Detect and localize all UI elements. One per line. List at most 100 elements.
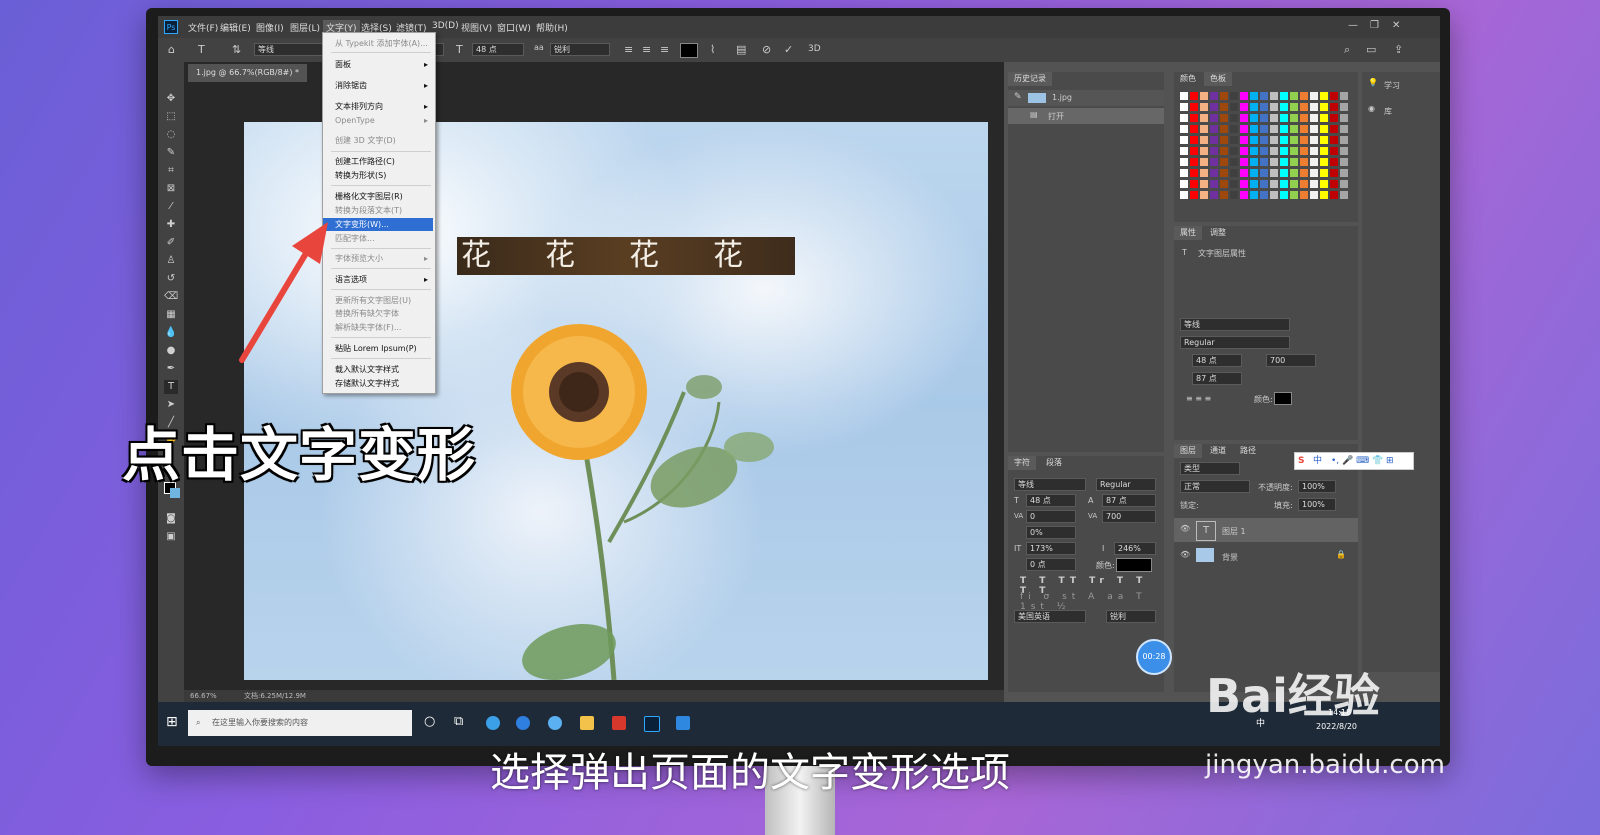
color-swatch[interactable] [1290, 114, 1298, 122]
swatch-grid[interactable] [1180, 92, 1350, 212]
char-hscale-input[interactable]: 173% [1026, 542, 1076, 555]
crop-tool-icon[interactable]: ⌗ [164, 164, 178, 178]
color-swatch[interactable] [1310, 92, 1318, 100]
layer-name[interactable]: 图层 1 [1222, 526, 1246, 537]
lasso-tool-icon[interactable]: ◌ [164, 128, 178, 142]
color-swatch[interactable] [1220, 136, 1228, 144]
color-swatch[interactable] [1300, 180, 1308, 188]
color-swatch[interactable] [1230, 180, 1238, 188]
tab-character[interactable]: 字符 [1008, 456, 1036, 470]
color-swatch[interactable] [1240, 169, 1248, 177]
color-swatch[interactable] [1220, 147, 1228, 155]
tab-color[interactable]: 颜色 [1174, 72, 1202, 86]
color-swatch[interactable] [1330, 103, 1338, 111]
menu-item-create-3d-text[interactable]: 创建 3D 文字(D) [323, 134, 433, 147]
prop-tracking-input[interactable]: 700 [1266, 354, 1316, 367]
color-swatch[interactable] [1270, 125, 1278, 133]
color-swatch[interactable] [1210, 147, 1218, 155]
color-swatch[interactable] [1310, 169, 1318, 177]
color-swatch[interactable] [1310, 191, 1318, 199]
color-swatch[interactable] [1320, 103, 1328, 111]
tab-history[interactable]: 历史记录 [1008, 72, 1052, 86]
color-swatch[interactable] [1310, 180, 1318, 188]
menu-file[interactable]: 文件(F) [188, 21, 218, 34]
color-swatch[interactable] [1330, 125, 1338, 133]
3d-button[interactable]: 3D [808, 44, 821, 54]
type-layer-text[interactable]: 花花花花 [457, 237, 795, 275]
ime-tools-icons[interactable]: •, 🎤 ⌨ 👕 ⊞ [1331, 453, 1394, 469]
color-swatch[interactable] [1330, 191, 1338, 199]
color-swatch[interactable] [1210, 180, 1218, 188]
antialias-select[interactable]: 锐利 [550, 43, 610, 56]
move-tool-icon[interactable]: ✥ [164, 92, 178, 106]
color-swatch[interactable] [1180, 169, 1188, 177]
color-swatch[interactable] [1210, 103, 1218, 111]
color-swatch[interactable] [1270, 114, 1278, 122]
opentype-buttons[interactable]: fi σ st A aa T 1st ½ [1020, 592, 1164, 612]
color-swatch[interactable] [1260, 103, 1268, 111]
color-swatch[interactable] [1230, 114, 1238, 122]
color-swatch[interactable] [1250, 169, 1258, 177]
text-orientation-icon[interactable]: ⇅ [232, 43, 241, 56]
color-swatch[interactable] [1260, 158, 1268, 166]
color-swatch[interactable] [1320, 125, 1328, 133]
eyedropper-tool-icon[interactable]: ⁄ [164, 200, 178, 214]
color-swatch[interactable] [1280, 136, 1288, 144]
color-swatch[interactable] [1340, 180, 1348, 188]
color-swatch[interactable] [1210, 169, 1218, 177]
color-swatch[interactable] [1180, 114, 1188, 122]
color-swatch[interactable] [1190, 136, 1198, 144]
color-swatch[interactable] [1230, 136, 1238, 144]
color-swatch[interactable] [1320, 169, 1328, 177]
color-swatch[interactable] [1250, 92, 1258, 100]
learn-button[interactable]: 学习 [1384, 80, 1400, 91]
color-swatch[interactable] [1290, 191, 1298, 199]
menu-3d[interactable]: 3D(D) [432, 21, 459, 31]
color-swatch[interactable] [1310, 136, 1318, 144]
color-swatch[interactable] [1220, 114, 1228, 122]
tab-paths[interactable]: 路径 [1234, 444, 1262, 458]
tab-adjustments[interactable]: 调整 [1204, 226, 1232, 240]
color-swatch[interactable] [1280, 158, 1288, 166]
fill-input[interactable]: 100% [1298, 498, 1336, 511]
color-swatch[interactable] [1340, 125, 1348, 133]
color-swatch[interactable] [1180, 158, 1188, 166]
color-swatch[interactable] [1190, 169, 1198, 177]
color-swatch[interactable] [1300, 191, 1308, 199]
color-swatch[interactable] [1200, 92, 1208, 100]
char-size-input[interactable]: 48 点 [1026, 494, 1076, 507]
color-swatch[interactable] [1180, 191, 1188, 199]
color-swatch[interactable] [1240, 125, 1248, 133]
type-tool-icon-active[interactable]: T [164, 380, 178, 394]
color-swatch[interactable] [1250, 136, 1258, 144]
color-swatch[interactable] [1290, 147, 1298, 155]
menu-item-orientation[interactable]: 文本排列方向 ▸ [323, 100, 433, 113]
type-tool-icon[interactable]: T [198, 43, 205, 56]
screen-mode-icon[interactable]: ▣ [164, 530, 178, 544]
color-swatch[interactable] [1280, 92, 1288, 100]
char-vscale-input[interactable]: 0% [1026, 526, 1076, 539]
restore-icon[interactable]: ❐ [1370, 20, 1379, 31]
color-swatch[interactable] [1320, 158, 1328, 166]
color-swatch[interactable] [1300, 92, 1308, 100]
taskbar-search[interactable]: ⌕ 在这里输入你要搜索的内容 [188, 710, 412, 736]
color-swatch[interactable] [1180, 147, 1188, 155]
color-swatch[interactable] [1250, 158, 1258, 166]
color-swatch[interactable] [1190, 125, 1198, 133]
text-color-swatch[interactable] [680, 43, 698, 58]
color-swatch[interactable] [1270, 103, 1278, 111]
menu-help[interactable]: 帮助(H) [536, 21, 568, 34]
prop-leading-input[interactable]: 87 点 [1192, 372, 1242, 385]
warp-text-icon[interactable]: ⌇ [710, 43, 715, 56]
library-button[interactable]: 库 [1384, 106, 1392, 117]
color-swatch[interactable] [1260, 114, 1268, 122]
color-swatch[interactable] [1290, 158, 1298, 166]
char-hscale2-input[interactable]: 246% [1114, 542, 1156, 555]
app-icon[interactable] [548, 716, 562, 730]
color-swatch[interactable] [1220, 158, 1228, 166]
healing-tool-icon[interactable]: ✚ [164, 218, 178, 232]
prop-font-select[interactable]: 等线 [1180, 318, 1290, 331]
color-swatch[interactable] [1310, 103, 1318, 111]
color-swatch[interactable] [1280, 125, 1288, 133]
color-swatch[interactable] [1250, 180, 1258, 188]
